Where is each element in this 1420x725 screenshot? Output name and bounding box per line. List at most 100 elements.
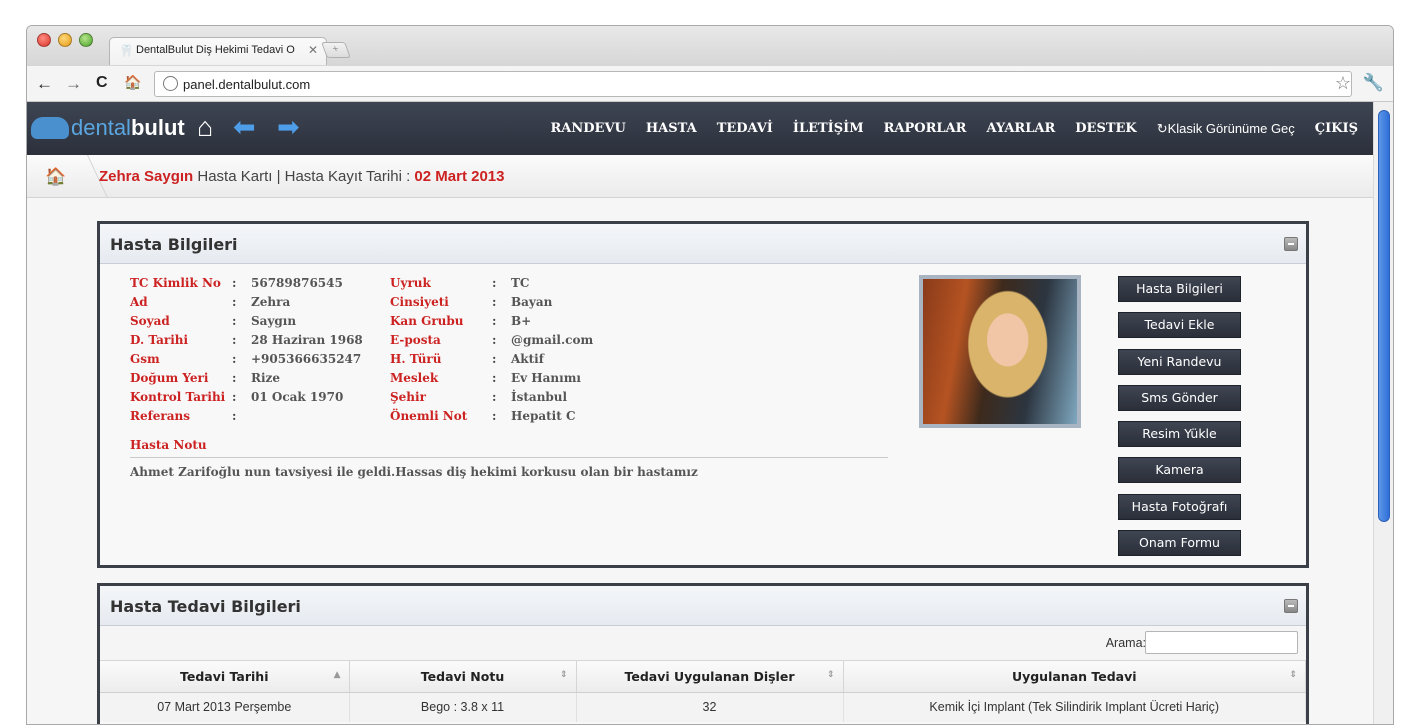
close-window-button[interactable]	[37, 33, 51, 47]
menu-item-raporlar[interactable]: RAPORLAR	[884, 121, 967, 136]
dentalbulut-logo[interactable]: dental bulut	[31, 115, 185, 141]
info-row: Önemli Not: Hepatit C	[390, 409, 593, 428]
table-row[interactable]: 07 Mart 2013 Perşembe Bego : 3.8 x 11 32 Ke…	[100, 692, 1306, 722]
tab-close-icon[interactable]: ✕	[308, 43, 318, 57]
logo-text-light: dental	[71, 115, 131, 140]
new-tab-button[interactable]: +	[321, 42, 351, 58]
field-separator: :	[232, 390, 237, 404]
home-icon[interactable]: 🏠	[124, 74, 141, 91]
info-row: Kontrol Tarihi:01 Ocak 1970	[130, 390, 363, 409]
field-label: Referans	[130, 409, 190, 423]
zoom-window-button[interactable]	[79, 33, 93, 47]
collapse-icon[interactable]	[1284, 599, 1298, 613]
browser-titlebar: 🦷 DentalBulut Diş Hekimi Tedavi O ✕ +	[27, 26, 1393, 66]
field-label: Kan Grubu	[390, 314, 464, 328]
field-value: Rize	[251, 371, 280, 385]
field-label: H. Türü	[390, 352, 442, 366]
scrollbar-thumb[interactable]	[1378, 110, 1390, 522]
address-bar[interactable]: panel.dentalbulut.com	[154, 71, 1352, 97]
field-label: Ad	[130, 295, 148, 309]
menu-item-ayarlar[interactable]: AYARLAR	[986, 121, 1055, 136]
field-label: Soyad	[130, 314, 170, 328]
field-separator: :	[232, 295, 237, 309]
table-cell: 32	[576, 692, 844, 722]
app-navbar: dental bulut ⌂ ⬅ ➡ RANDEVU HASTA TEDAVİ İ…	[27, 102, 1375, 155]
minimize-window-button[interactable]	[58, 33, 72, 47]
column-header-note[interactable]: Tedavi Notu ⇕	[349, 661, 577, 693]
action-button-8[interactable]: Onam Formu	[1118, 530, 1241, 557]
back-icon[interactable]: ←	[36, 74, 53, 94]
action-button-3[interactable]: Yeni Randevu	[1118, 348, 1241, 375]
logo-text-bold: bulut	[130, 115, 185, 140]
info-row: Gsm: +905366635247	[130, 352, 363, 371]
collapse-icon[interactable]	[1284, 237, 1298, 251]
field-separator: :	[232, 371, 237, 385]
info-row: Meslek: Ev Hanımı	[390, 371, 593, 390]
action-button-6[interactable]: Kamera	[1118, 457, 1241, 484]
field-value: @gmail.com	[511, 333, 594, 347]
search-input[interactable]	[1145, 631, 1298, 654]
field-label: TC Kimlik No	[130, 276, 221, 290]
arrow-right-icon[interactable]: ➡	[277, 112, 300, 143]
menu-item-logout[interactable]: ÇIKIŞ	[1315, 121, 1358, 136]
info-row: Soyad: Saygın	[130, 314, 363, 333]
wrench-menu-icon[interactable]: 🔧	[1363, 73, 1384, 93]
sort-icon: ⇕	[1289, 670, 1297, 680]
browser-toolbar: ← → C 🏠 panel.dentalbulut.com ☆ 🔧	[27, 66, 1393, 102]
patient-photo-frame[interactable]	[919, 275, 1081, 428]
field-label: D. Tarihi	[130, 333, 189, 347]
field-label: E-posta	[390, 333, 441, 347]
bookmark-star-icon[interactable]: ☆	[1335, 73, 1351, 94]
page-scrollbar[interactable]	[1373, 102, 1393, 724]
reload-icon[interactable]: C	[96, 74, 108, 92]
field-separator: :	[492, 352, 497, 366]
info-row: D. Tarihi:28 Haziran 1968	[130, 333, 363, 352]
menu-item-hasta[interactable]: HASTA	[646, 121, 697, 136]
info-row: E-posta: @gmail.com	[390, 333, 593, 352]
column-header-date[interactable]: Tedavi Tarihi ▲	[100, 661, 350, 693]
patient-card-label: Hasta Kartı | Hasta Kayıt Tarihi :	[193, 168, 415, 185]
patient-note-text: Ahmet Zarifoğlu nun tavsiyesi ile geldi.…	[130, 465, 698, 479]
action-button-4[interactable]: Sms Gönder	[1118, 384, 1241, 411]
field-label: Doğum Yeri	[130, 371, 209, 385]
url-text: panel.dentalbulut.com	[183, 77, 311, 92]
field-separator: :	[232, 276, 237, 290]
field-label: Uyruk	[390, 276, 431, 290]
menu-item-destek[interactable]: DESTEK	[1075, 121, 1136, 136]
search-label: Arama:	[1105, 636, 1146, 650]
action-button-1[interactable]: Hasta Bilgileri	[1118, 276, 1241, 302]
menu-item-tedavi[interactable]: TEDAVİ	[717, 121, 773, 136]
action-button-2[interactable]: Tedavi Ekle	[1118, 312, 1241, 339]
menu-item-randevu[interactable]: RANDEVU	[551, 121, 626, 136]
home-nav-icon[interactable]: ⌂	[197, 112, 213, 143]
field-separator: :	[492, 295, 497, 309]
table-header-row: Tedavi Tarihi ▲ Tedavi Notu ⇕ Tedavi Uygul…	[100, 661, 1306, 693]
field-separator: :	[492, 333, 497, 347]
globe-icon	[163, 76, 178, 91]
action-button-5[interactable]: Resim Yükle	[1118, 421, 1241, 448]
column-label: Uygulanan Tedavi	[1011, 668, 1137, 684]
action-button-7[interactable]: Hasta Fotoğrafı	[1118, 493, 1241, 520]
info-row: TC Kimlik No:56789876545	[130, 276, 363, 295]
menu-item-iletisim[interactable]: İLETİŞİM	[793, 121, 864, 136]
patient-name: Zehra Saygın	[99, 168, 194, 185]
field-value: 28 Haziran 1968	[251, 333, 363, 347]
field-value: B+	[511, 314, 532, 328]
field-value: 01 Ocak 1970	[251, 390, 344, 404]
column-header-treatment[interactable]: Uygulanan Tedavi ⇕	[843, 661, 1306, 693]
arrow-left-icon[interactable]: ⬅	[233, 112, 256, 143]
field-label: Cinsiyeti	[390, 295, 449, 309]
breadcrumb-home-icon[interactable]: 🏠	[45, 167, 66, 187]
field-value: Ev Hanımı	[511, 371, 581, 385]
field-separator: :	[232, 409, 237, 423]
browser-tab[interactable]: 🦷 DentalBulut Diş Hekimi Tedavi O ✕	[109, 37, 327, 65]
column-header-teeth[interactable]: Tedavi Uygulanan Dişler ⇕	[576, 661, 844, 693]
forward-icon[interactable]: →	[65, 74, 82, 94]
classic-view-link[interactable]: ↻Klasik Görünüme Geç	[1157, 121, 1295, 137]
field-value: +905366635247	[251, 352, 362, 366]
browser-window: 🦷 DentalBulut Diş Hekimi Tedavi O ✕ + ← …	[26, 25, 1394, 725]
field-value: Zehra	[251, 295, 291, 309]
patient-fields-left: TC Kimlik No:56789876545 Ad: Zehra Soyad: Sa…	[130, 276, 363, 428]
table-cell: 07 Mart 2013 Perşembe	[100, 692, 350, 722]
treatment-search-row: Arama:	[100, 626, 1306, 661]
